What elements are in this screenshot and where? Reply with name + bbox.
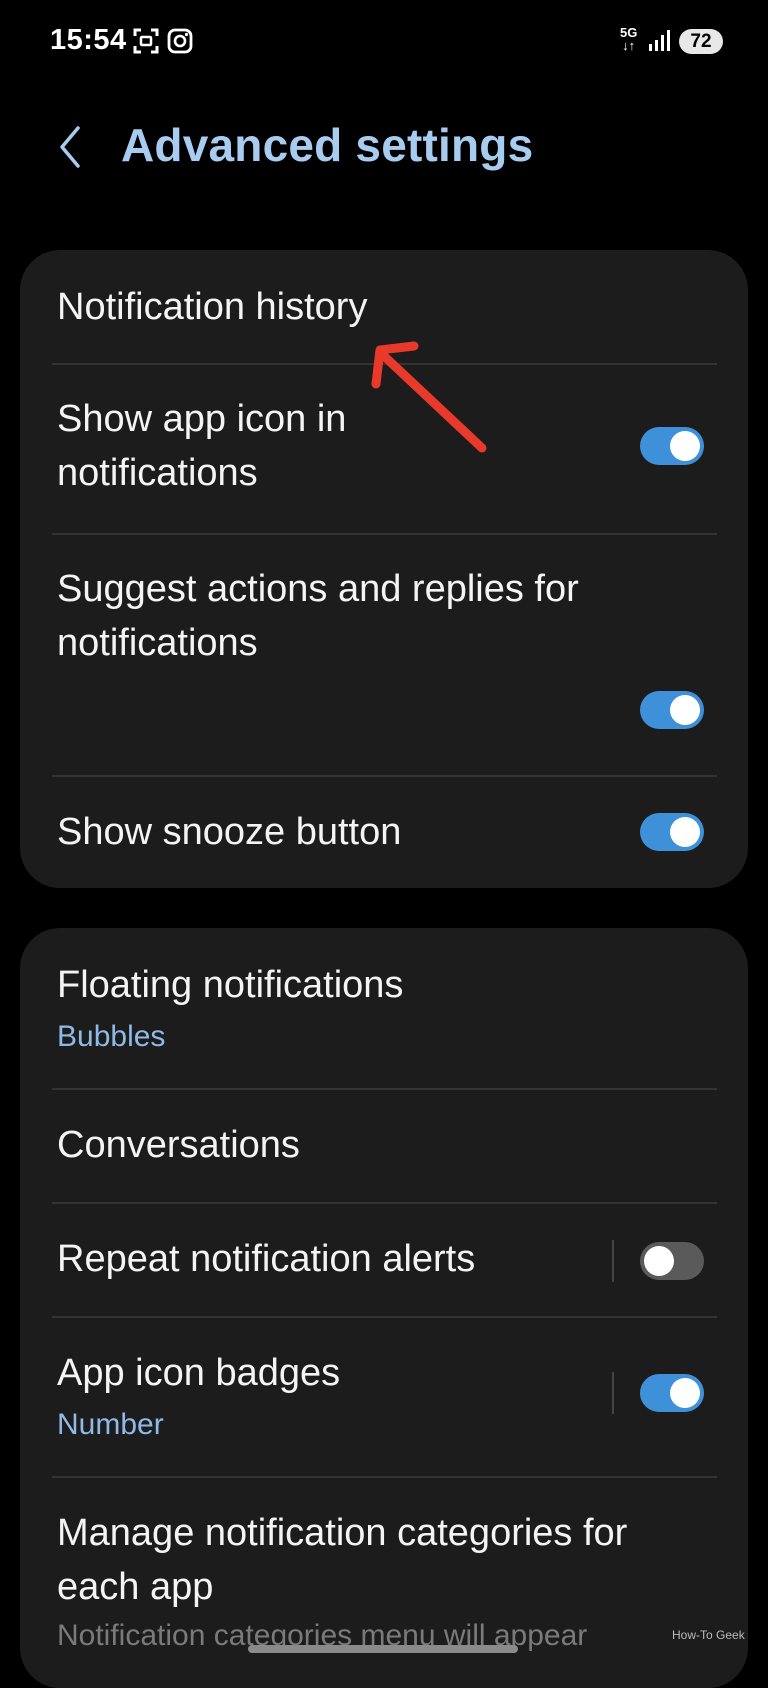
settings-card-more: Floating notifications Bubbles Conversat…: [20, 928, 748, 1688]
row-title: Floating notifications: [57, 964, 404, 1006]
vertical-separator: [612, 1372, 614, 1414]
signal-icon: [649, 30, 670, 51]
data-transfer-icon: ↓↑: [622, 38, 636, 53]
toggle-knob: [670, 695, 700, 725]
back-button[interactable]: [50, 120, 94, 174]
row-title-line1: Show app icon in: [57, 398, 347, 440]
manage-categories-row[interactable]: Manage notification categories for each …: [20, 1478, 748, 1688]
row-title-line2: each app: [57, 1566, 214, 1608]
toggle-knob: [644, 1246, 674, 1276]
watermark: How-To Geek: [672, 1628, 745, 1642]
toggle-knob: [670, 817, 700, 847]
floating-notifications-row[interactable]: Floating notifications Bubbles: [20, 928, 748, 1088]
battery-indicator: 72: [679, 29, 723, 54]
app-icon-badges-row[interactable]: App icon badges Number: [20, 1318, 748, 1476]
status-bar: 15:54 5G ↓↑ 72: [0, 0, 768, 84]
conversations-row[interactable]: Conversations: [20, 1090, 748, 1202]
row-title-line2: notifications: [57, 622, 258, 664]
screenshot-icon: [133, 28, 159, 54]
app-icon-badges-toggle[interactable]: [640, 1374, 704, 1412]
status-time: 15:54: [50, 24, 127, 56]
toggle-knob: [670, 1378, 700, 1408]
row-title: Conversations: [57, 1124, 300, 1166]
suggest-actions-toggle[interactable]: [640, 691, 704, 729]
row-title: App icon badges: [57, 1352, 341, 1394]
row-subtitle: Number: [57, 1408, 164, 1441]
back-arrow-icon: [60, 126, 80, 168]
instagram-icon: [167, 28, 193, 54]
row-title: Notification history: [57, 286, 368, 328]
network-indicator: 5G ↓↑: [620, 26, 637, 52]
row-subtitle: Bubbles: [57, 1020, 166, 1053]
row-title: Repeat notification alerts: [57, 1238, 476, 1280]
toggle-knob: [670, 431, 700, 461]
row-title: Show snooze button: [57, 811, 402, 853]
show-snooze-toggle[interactable]: [640, 813, 704, 851]
row-title-line1: Suggest actions and replies for: [57, 568, 579, 610]
row-title-line2: notifications: [57, 452, 258, 494]
suggest-actions-row[interactable]: Suggest actions and replies for notifica…: [20, 535, 748, 775]
vertical-separator: [612, 1240, 614, 1282]
repeat-alerts-row[interactable]: Repeat notification alerts: [20, 1204, 748, 1316]
show-app-icon-toggle[interactable]: [640, 427, 704, 465]
show-snooze-row[interactable]: Show snooze button: [20, 777, 748, 888]
annotation-arrow-icon: [371, 341, 487, 453]
repeat-alerts-toggle[interactable]: [640, 1242, 704, 1280]
page-title: Advanced settings: [121, 119, 534, 171]
home-indicator[interactable]: [248, 1645, 518, 1653]
row-title-line1: Manage notification categories for: [57, 1512, 628, 1554]
